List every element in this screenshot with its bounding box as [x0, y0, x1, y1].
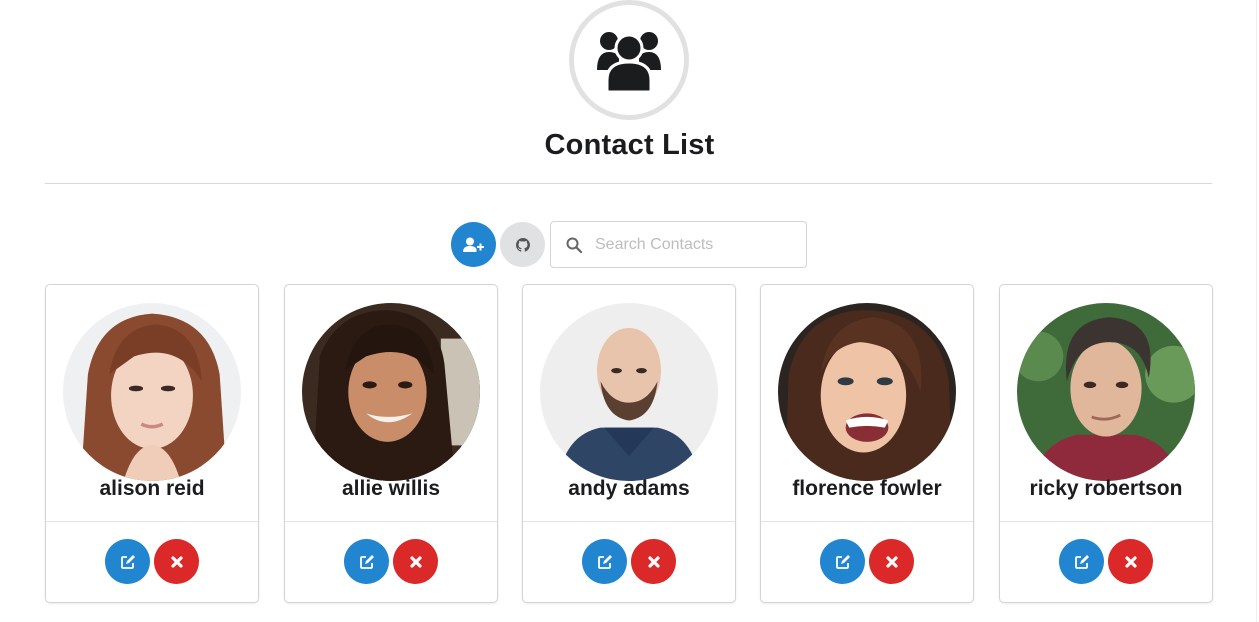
edit-contact-button[interactable]	[1059, 539, 1104, 584]
edit-icon	[597, 554, 612, 569]
contact-card: ricky robertson	[999, 284, 1213, 603]
user-plus-icon	[462, 237, 484, 252]
edit-icon	[359, 554, 374, 569]
github-button[interactable]	[500, 222, 545, 267]
delete-contact-button[interactable]	[1108, 539, 1153, 584]
card-divider	[285, 521, 497, 522]
search-icon	[566, 237, 582, 253]
contact-name: florence fowler	[792, 477, 942, 500]
contact-card: florence fowler	[760, 284, 974, 603]
avatar-photo	[1017, 303, 1195, 481]
avatar-photo	[302, 303, 480, 481]
edit-contact-button[interactable]	[105, 539, 150, 584]
github-icon	[515, 237, 530, 252]
card-actions	[46, 539, 258, 584]
delete-contact-button[interactable]	[631, 539, 676, 584]
edit-icon	[120, 554, 135, 569]
avatar	[540, 303, 718, 481]
window-edge	[1256, 0, 1257, 622]
avatar-photo	[63, 303, 241, 481]
edit-icon	[1074, 554, 1089, 569]
edit-contact-button[interactable]	[820, 539, 865, 584]
delete-contact-button[interactable]	[154, 539, 199, 584]
card-actions	[761, 539, 973, 584]
search-input[interactable]	[595, 235, 795, 254]
close-icon	[647, 555, 660, 568]
toolbar	[451, 221, 807, 268]
users-icon	[597, 32, 661, 92]
contact-name: alison reid	[99, 477, 205, 500]
add-contact-button[interactable]	[451, 222, 496, 267]
close-icon	[1124, 555, 1137, 568]
close-icon	[170, 555, 183, 568]
avatar	[302, 303, 480, 481]
edit-contact-button[interactable]	[582, 539, 627, 584]
search-box	[550, 221, 807, 268]
card-actions	[285, 539, 497, 584]
page-title: Contact List	[544, 129, 715, 161]
contact-name: andy adams	[568, 477, 690, 500]
avatar-photo	[540, 303, 718, 481]
edit-icon	[835, 554, 850, 569]
delete-contact-button[interactable]	[869, 539, 914, 584]
contact-card: allie willis	[284, 284, 498, 603]
contact-card: alison reid	[45, 284, 259, 603]
card-actions	[523, 539, 735, 584]
card-divider	[523, 521, 735, 522]
delete-contact-button[interactable]	[393, 539, 438, 584]
contact-name: allie willis	[341, 477, 441, 500]
card-divider	[46, 521, 258, 522]
edit-contact-button[interactable]	[344, 539, 389, 584]
avatar	[778, 303, 956, 481]
card-divider	[1000, 521, 1212, 522]
avatar	[1017, 303, 1195, 481]
header-divider	[45, 183, 1212, 184]
header-icon-circle	[569, 0, 689, 120]
contact-card: andy adams	[522, 284, 736, 603]
close-icon	[409, 555, 422, 568]
close-icon	[885, 555, 898, 568]
card-actions	[1000, 539, 1212, 584]
card-divider	[761, 521, 973, 522]
avatar	[63, 303, 241, 481]
avatar-photo	[778, 303, 956, 481]
contact-name: ricky robertson	[1029, 477, 1183, 500]
